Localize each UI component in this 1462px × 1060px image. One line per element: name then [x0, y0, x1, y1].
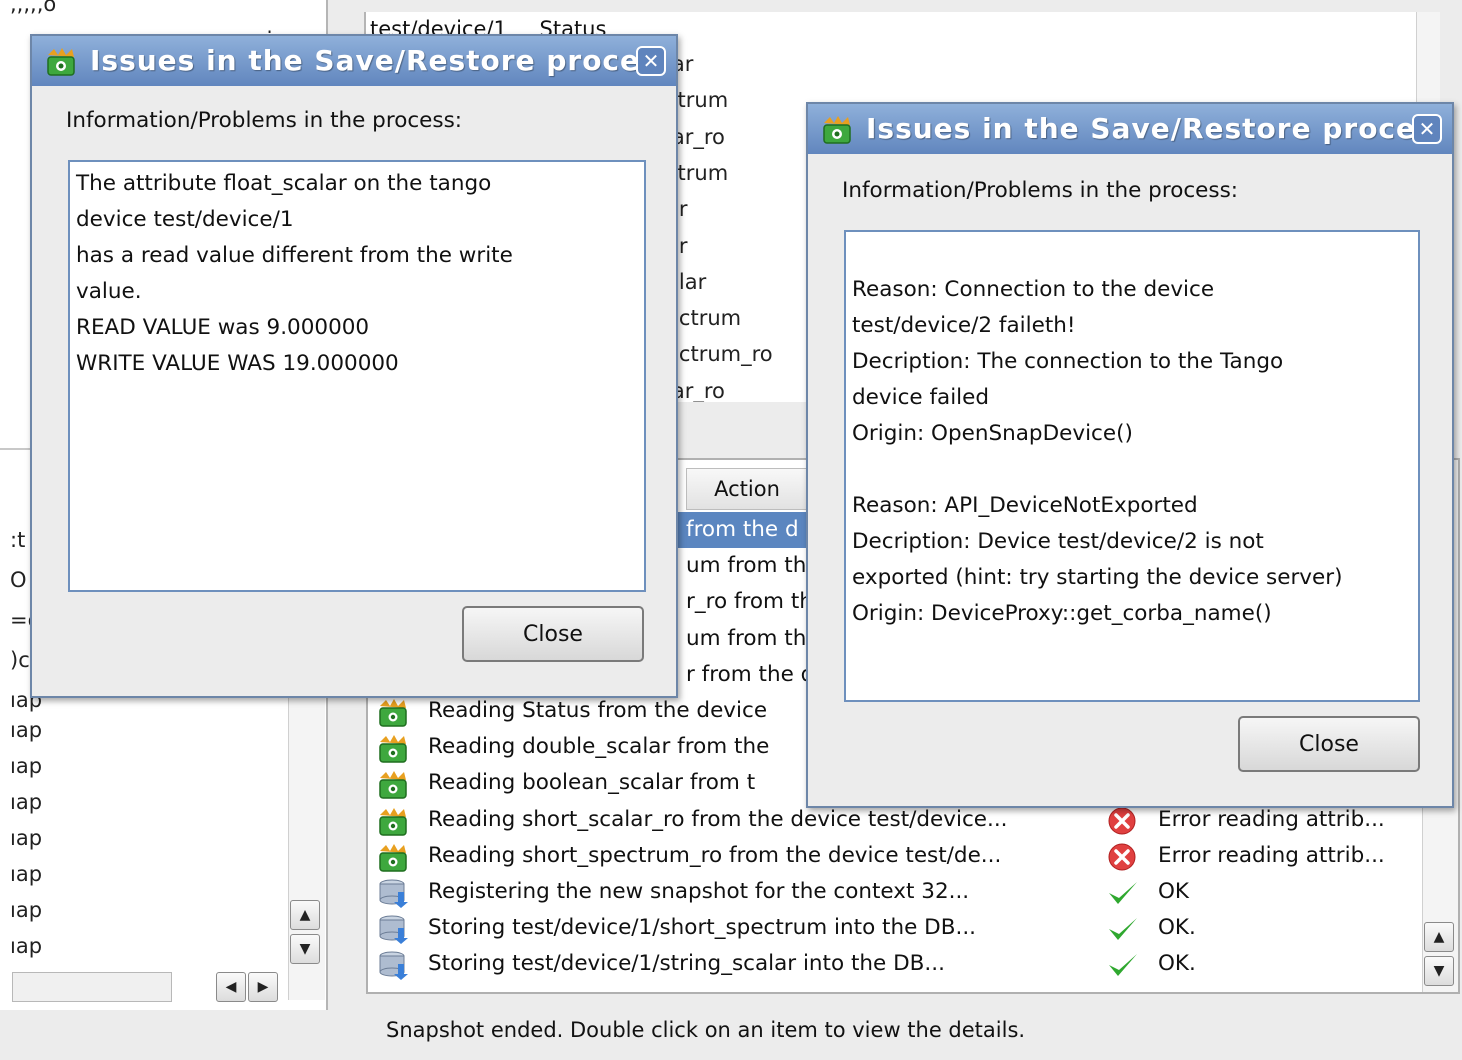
row-action-text: Reading short_spectrum_ro from the devic…: [428, 842, 1002, 868]
row-action-text: Storing test/device/1/string_scalar into…: [428, 951, 945, 977]
tango-device-icon: [376, 733, 410, 763]
left-horizontal-scrollbar[interactable]: [12, 972, 172, 1002]
row-status-text: Error reading attrib...: [1158, 842, 1385, 868]
list-item[interactable]: ,,,,,o: [10, 0, 56, 22]
list-item[interactable]: ıap: [10, 928, 42, 964]
dialog-right-close-button[interactable]: Close: [1238, 716, 1420, 772]
arrow-right-icon: ▶: [257, 979, 269, 995]
list-item[interactable]: ıap: [10, 820, 42, 856]
list-item[interactable]: ıap: [10, 712, 42, 748]
close-icon: ✕: [1418, 117, 1436, 141]
list-item[interactable]: O: [10, 562, 27, 598]
error-icon: [1106, 842, 1140, 872]
issues-dialog-right: Issues in the Save/Restore proce ✕ Infor…: [806, 102, 1454, 808]
left-scroll-down-button[interactable]: ▼: [290, 934, 320, 964]
arrow-up-icon: ▲: [1433, 929, 1445, 945]
row-action-text: r_ro from th: [686, 589, 813, 615]
arrow-down-icon: ▼: [299, 941, 311, 957]
table-row[interactable]: Storing test/device/1/short_spectrum int…: [376, 910, 1426, 946]
row-action-text: from the d: [686, 517, 799, 542]
close-button-label: Close: [1299, 731, 1359, 757]
list-item[interactable]: ectrum_ro: [666, 336, 773, 372]
tango-device-icon: [376, 806, 410, 836]
status-bar: Snapshot ended. Double click on an item …: [386, 1018, 1026, 1042]
check-icon: [1106, 950, 1140, 980]
list-item[interactable]: ıap: [10, 856, 42, 892]
row-action-text: Reading Status from the device: [428, 698, 768, 723]
list-item[interactable]: ıap: [10, 784, 42, 820]
row-action-text: Storing test/device/1/short_spectrum int…: [428, 915, 976, 941]
database-icon: [376, 950, 410, 981]
row-status-text: OK.: [1158, 951, 1196, 977]
row-action-text: Reading boolean_scalar from t: [428, 770, 756, 796]
table-row[interactable]: Reading short_spectrum_ro from the devic…: [376, 838, 1426, 874]
table-scroll-up-button[interactable]: ▲: [1424, 922, 1454, 952]
left-scroll-right-button[interactable]: ▶: [248, 972, 278, 1002]
list-item[interactable]: ıap: [10, 892, 42, 928]
tango-device-icon: [376, 842, 410, 872]
table-scroll-down-button[interactable]: ▼: [1424, 956, 1454, 986]
dialog-left-close-x-button[interactable]: ✕: [636, 46, 666, 76]
tango-device-icon: [376, 697, 410, 727]
tango-app-icon: [47, 48, 75, 76]
arrow-up-icon: ▲: [299, 907, 311, 923]
close-icon: ✕: [642, 49, 660, 73]
list-item[interactable]: )c: [10, 642, 30, 678]
action-header-label: Action: [714, 477, 780, 501]
dialog-right-message[interactable]: Reason: Connection to the device test/de…: [844, 230, 1420, 702]
arrow-down-icon: ▼: [1433, 963, 1445, 979]
table-row[interactable]: Storing test/device/1/string_scalar into…: [376, 946, 1426, 982]
row-action-text: um from th: [686, 625, 807, 651]
row-action-text: Reading double_scalar from the: [428, 734, 770, 760]
error-icon: [1106, 806, 1140, 836]
check-icon: [1106, 914, 1140, 944]
action-column-header[interactable]: Action: [686, 468, 808, 510]
dialog-left-titlebar[interactable]: Issues in the Save/Restore proce ✕: [32, 36, 676, 86]
row-action-text: um from th: [686, 553, 807, 579]
close-button-label: Close: [523, 621, 583, 647]
row-status-text: OK.: [1158, 915, 1196, 941]
left-scroll-left-button[interactable]: ◀: [216, 972, 246, 1002]
list-item[interactable]: :t: [10, 522, 25, 558]
database-icon: [376, 878, 410, 908]
dialog-right-title: Issues in the Save/Restore proce: [866, 112, 1417, 145]
dialog-right-close-x-button[interactable]: ✕: [1412, 114, 1442, 144]
arrow-left-icon: ◀: [225, 979, 237, 995]
dialog-left-close-button[interactable]: Close: [462, 606, 644, 662]
check-icon: [1106, 878, 1140, 908]
dialog-left-label: Information/Problems in the process:: [66, 108, 463, 133]
dialog-left-title: Issues in the Save/Restore proce: [90, 44, 641, 77]
row-action-text: r from the d: [686, 661, 815, 687]
database-icon: [376, 914, 410, 945]
row-action-text: Registering the new snapshot for the con…: [428, 879, 970, 904]
dialog-right-titlebar[interactable]: Issues in the Save/Restore proce ✕: [808, 104, 1452, 154]
issues-dialog-left: Issues in the Save/Restore proce ✕ Infor…: [30, 34, 678, 698]
list-item[interactable]: ıap: [10, 748, 42, 784]
dialog-right-label: Information/Problems in the process:: [842, 178, 1239, 203]
dialog-left-message[interactable]: The attribute float_scalar on the tango …: [68, 160, 646, 592]
tango-device-icon: [376, 769, 410, 800]
row-status-text: OK: [1158, 879, 1190, 904]
left-scroll-up-button[interactable]: ▲: [290, 900, 320, 930]
table-row[interactable]: Registering the new snapshot for the con…: [376, 874, 1426, 910]
tango-app-icon: [823, 116, 851, 144]
